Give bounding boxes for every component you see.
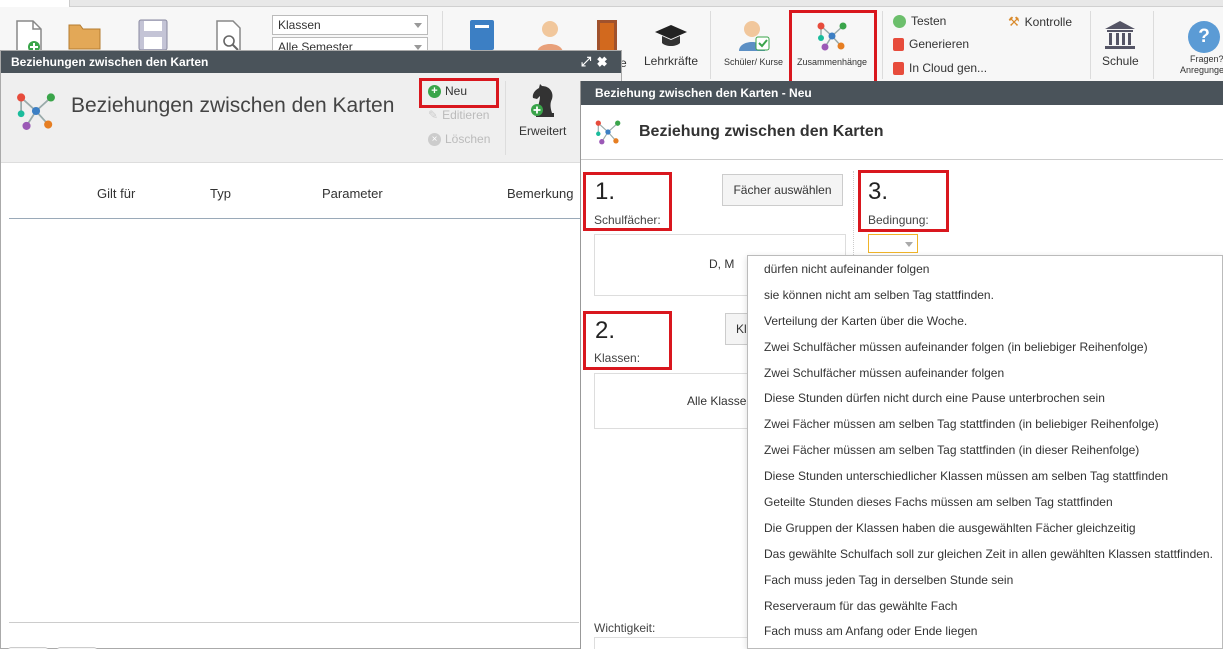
check-icon xyxy=(893,14,906,28)
save-icon[interactable] xyxy=(138,19,168,51)
page-title: Beziehungen zwischen den Karten xyxy=(71,94,395,117)
column-header[interactable]: Gilt für xyxy=(97,186,135,201)
step3-highlight xyxy=(858,170,949,232)
step2-highlight xyxy=(583,311,672,370)
list-header-panel: Beziehungen zwischen den Karten + Neu ✎ … xyxy=(1,73,621,163)
select-subjects-button[interactable]: Fächer auswählen xyxy=(722,174,843,206)
condition-option[interactable]: sie können nicht am selben Tag stattfind… xyxy=(748,282,1222,308)
chevron-down-icon xyxy=(905,242,913,247)
cloud-icon xyxy=(893,61,904,75)
school-button-label[interactable]: Schule xyxy=(1102,54,1139,68)
subjects-value: D, M xyxy=(709,257,735,271)
dialog-heading: Beziehung zwischen den Karten xyxy=(639,123,884,140)
relations-network-icon xyxy=(595,120,621,145)
room-door-icon[interactable] xyxy=(596,19,618,53)
importance-label: Wichtigkeit: xyxy=(594,621,656,635)
control-action-label: Kontrolle xyxy=(1024,15,1073,29)
relations-list-window: Beziehungen zwischen den Karten ⤢✖ Bezie… xyxy=(0,50,622,649)
ribbon-divider xyxy=(882,11,883,79)
delete-button-label: Löschen xyxy=(445,132,491,146)
condition-option[interactable]: Fach muss jeden Tag in derselben Stunde … xyxy=(748,567,1222,593)
condition-option[interactable]: Zwei Fächer müssen am selben Tag stattfi… xyxy=(748,411,1222,437)
subjects-book-icon[interactable] xyxy=(469,19,495,51)
pencil-icon: ✎ xyxy=(428,108,439,122)
dialog-header: Beziehung zwischen den Karten xyxy=(581,105,1223,160)
edit-button-label: Editieren xyxy=(442,108,490,122)
advanced-button-label[interactable]: Erweitert xyxy=(519,124,566,138)
condition-select[interactable] xyxy=(868,234,918,253)
close-icon[interactable]: ✖ xyxy=(597,54,613,69)
delete-icon: × xyxy=(428,132,441,146)
cloud-action-label: In Cloud gen... xyxy=(909,61,988,75)
help-questions-label[interactable]: Fragen? xyxy=(1190,54,1223,64)
maximize-icon[interactable]: ⤢ xyxy=(581,54,597,69)
generate-action-label: Generieren xyxy=(909,37,970,51)
column-divider xyxy=(853,171,854,261)
cloud-generate-action[interactable]: In Cloud gen... xyxy=(893,61,987,75)
condition-option[interactable]: Zwei Schulfächer müssen aufeinander folg… xyxy=(748,334,1222,360)
class-select[interactable]: Klassen xyxy=(272,15,428,35)
importance-field[interactable] xyxy=(594,637,754,649)
graduation-cap-icon[interactable] xyxy=(654,23,688,49)
header-divider xyxy=(505,81,506,155)
window-title: Beziehungen zwischen den Karten xyxy=(11,55,209,69)
condition-option[interactable]: Zwei Fächer müssen am selben Tag stattfi… xyxy=(748,437,1222,463)
relations-network-icon xyxy=(17,93,55,130)
chess-knight-icon xyxy=(531,84,554,117)
table-header: Gilt für Typ Parameter Bemerkung xyxy=(1,186,621,218)
condition-option[interactable]: Geteilte Stunden dieses Fachs müssen am … xyxy=(748,489,1222,515)
condition-option[interactable]: Reserveraum für das gewählte Fach xyxy=(748,593,1222,619)
school-building-icon[interactable] xyxy=(1103,20,1137,50)
students-courses-label[interactable]: Schüler/ Kurse xyxy=(724,57,783,67)
condition-option[interactable]: Die Gruppen der Klassen haben die ausgew… xyxy=(748,515,1222,541)
condition-option[interactable]: dürfen nicht aufeinander folgen xyxy=(748,256,1222,282)
condition-option[interactable]: Diese Stunden unterschiedlicher Klassen … xyxy=(748,463,1222,489)
condition-option[interactable]: Diese Stunden dürfen nicht durch eine Pa… xyxy=(748,385,1222,411)
table-header-divider xyxy=(9,218,609,219)
condition-option[interactable]: Verteilung der Karten über die Woche. xyxy=(748,308,1222,334)
students-icon[interactable] xyxy=(738,19,770,53)
help-suggestions-label[interactable]: Anregunge xyxy=(1180,65,1223,75)
window-titlebar[interactable]: Beziehungen zwischen den Karten ⤢✖ xyxy=(1,51,621,73)
person-icon[interactable] xyxy=(535,19,565,53)
column-header[interactable]: Bemerkung xyxy=(507,186,573,201)
condition-option[interactable]: Zwei Schulfächer müssen aufeinander folg… xyxy=(748,360,1222,386)
dialog-titlebar[interactable]: Beziehung zwischen den Karten - Neu xyxy=(581,81,1223,105)
dialog-title: Beziehung zwischen den Karten - Neu xyxy=(595,86,812,100)
edit-button[interactable]: ✎ Editieren xyxy=(428,108,489,122)
condition-dropdown-list: dürfen nicht aufeinander folgen sie könn… xyxy=(747,255,1223,649)
test-action-label: Testen xyxy=(911,14,947,28)
column-header[interactable]: Typ xyxy=(210,186,231,201)
ribbon-divider xyxy=(1090,11,1091,79)
relations-button-highlight[interactable] xyxy=(789,10,877,84)
ribbon-divider xyxy=(710,11,711,79)
new-button-highlight xyxy=(419,78,499,108)
top-tab-strip xyxy=(0,0,1223,7)
control-action[interactable]: ⚒ Kontrolle xyxy=(1008,14,1072,30)
generate-action[interactable]: Generieren xyxy=(893,37,969,51)
teachers-button-label[interactable]: Lehrkräfte xyxy=(644,54,698,68)
condition-option[interactable]: Fach muss am Anfang oder Ende liegen xyxy=(748,618,1222,644)
condition-option[interactable]: Das gewählte Schulfach soll zur gleichen… xyxy=(748,541,1222,567)
ribbon-divider xyxy=(1153,11,1154,79)
table-footer-divider xyxy=(9,622,579,623)
active-tab[interactable] xyxy=(0,0,70,7)
open-folder-icon[interactable] xyxy=(68,21,102,51)
test-action[interactable]: Testen xyxy=(893,14,946,28)
window-controls: ⤢✖ xyxy=(581,54,613,70)
hammer-icon: ⚒ xyxy=(1008,14,1020,29)
classes-value: Alle Klasse xyxy=(687,394,747,408)
step1-highlight xyxy=(583,172,672,231)
chevron-down-icon xyxy=(414,23,422,28)
help-question-icon[interactable]: ? xyxy=(1188,21,1220,53)
delete-button[interactable]: × Löschen xyxy=(428,132,490,146)
column-header[interactable]: Parameter xyxy=(322,186,383,201)
generate-icon xyxy=(893,37,904,51)
class-select-value: Klassen xyxy=(278,18,321,32)
